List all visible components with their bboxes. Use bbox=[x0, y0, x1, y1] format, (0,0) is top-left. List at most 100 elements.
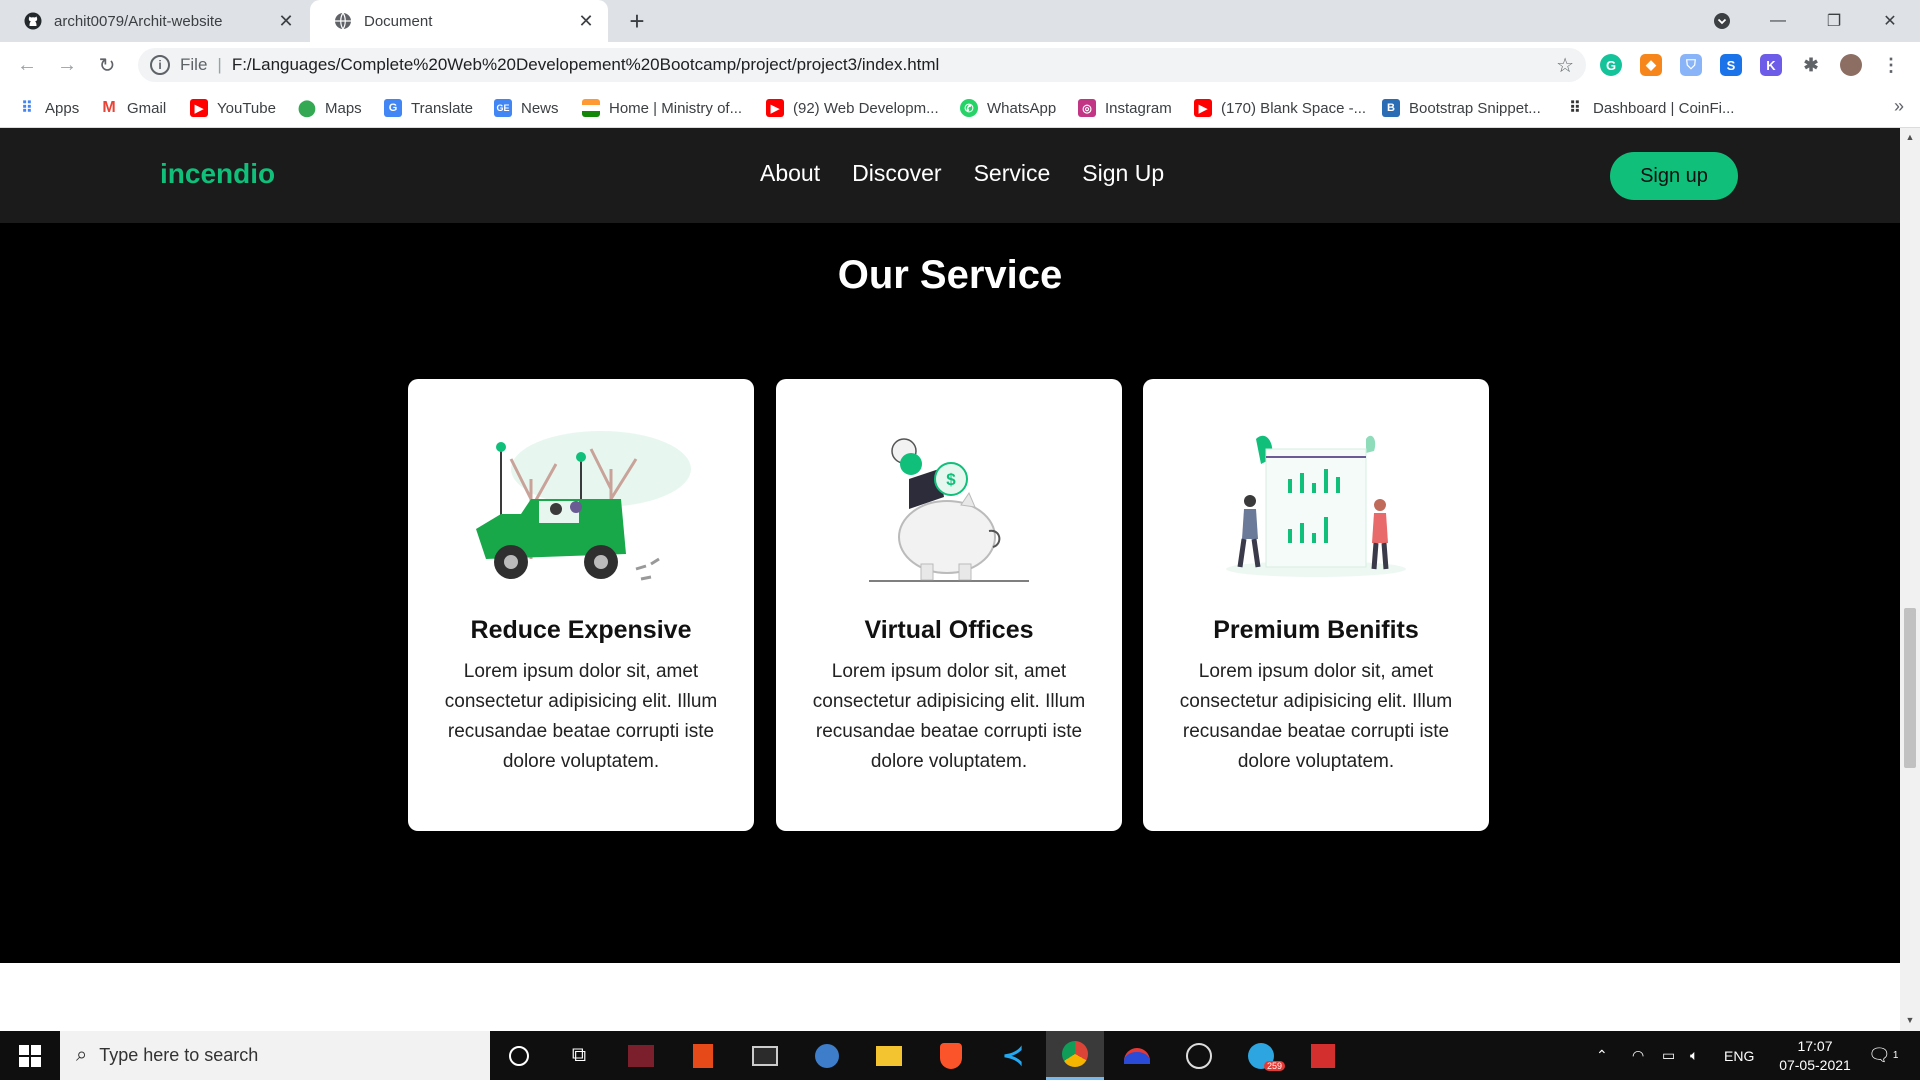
bookmark-news[interactable]: GE News bbox=[494, 96, 559, 120]
github-icon bbox=[24, 12, 42, 30]
bookmark-gmail[interactable]: M Gmail bbox=[100, 96, 166, 120]
bookmark-star-icon[interactable]: ☆ bbox=[1556, 53, 1574, 78]
card-title: Premium Benifits bbox=[1213, 616, 1419, 644]
gmail-icon: M bbox=[102, 99, 116, 116]
language-indicator[interactable]: ENG bbox=[1724, 1031, 1754, 1080]
windows-taskbar: ⌕ Type here to search ⧉ ≺ 259 ⌃ ◠ ▭ 🔈︎ E… bbox=[0, 1031, 1920, 1080]
bookmark-youtube[interactable]: ▶ YouTube bbox=[190, 96, 276, 120]
svg-text:$: $ bbox=[946, 470, 956, 489]
card-title: Virtual Offices bbox=[864, 616, 1034, 644]
nav-discover[interactable]: Discover bbox=[852, 160, 941, 187]
bookmark-maps[interactable]: ⬤ Maps bbox=[298, 96, 362, 120]
tab-document[interactable]: Document ✕ bbox=[310, 0, 608, 42]
back-arrow-icon[interactable]: ← bbox=[12, 50, 42, 80]
scrollbar-thumb[interactable] bbox=[1904, 608, 1916, 768]
close-tab-icon[interactable]: ✕ bbox=[274, 9, 298, 33]
nav-service[interactable]: Service bbox=[974, 160, 1051, 187]
predator-app-icon[interactable] bbox=[612, 1031, 670, 1080]
clock-date: 07-05-2021 bbox=[1779, 1057, 1851, 1073]
bookmarks-bar: ⠿ Apps M Gmail ▶ YouTube ⬤ Maps G Translate G… bbox=[0, 88, 1920, 128]
signup-button[interactable]: Sign up bbox=[1610, 152, 1738, 200]
office-icon[interactable] bbox=[674, 1031, 732, 1080]
metamask-extension-icon[interactable]: ◆ bbox=[1640, 54, 1662, 76]
s-extension-icon[interactable]: S bbox=[1720, 54, 1742, 76]
extensions-puzzle-icon[interactable]: ✱ bbox=[1800, 54, 1822, 76]
task-view-icon[interactable]: ⧉ bbox=[550, 1031, 608, 1080]
services-heading: Our Service bbox=[837, 253, 1063, 297]
restore-button[interactable]: ❐ bbox=[1806, 0, 1862, 42]
k-extension-icon[interactable]: K bbox=[1760, 54, 1782, 76]
globe-icon bbox=[334, 12, 352, 30]
tab-title: archit0079/Archit-website bbox=[54, 12, 223, 30]
service-card-premium-benefits: Premium Benifits Lorem ipsum dolor sit, … bbox=[1143, 379, 1489, 831]
service-card-reduce-expensive: Reduce Expensive Lorem ipsum dolor sit, … bbox=[408, 379, 754, 831]
address-bar[interactable]: i File | F:/Languages/Complete%20Web%20D… bbox=[138, 48, 1586, 82]
minimize-button[interactable]: — bbox=[1750, 0, 1806, 42]
browser-menu-icon[interactable]: ⋮ bbox=[1880, 54, 1902, 76]
anydesk-icon[interactable] bbox=[1108, 1031, 1166, 1080]
tray-chevron-icon[interactable]: ⌃ bbox=[1596, 1031, 1608, 1080]
youtube-icon: ▶ bbox=[1194, 99, 1212, 117]
telegram-badge: 259 bbox=[1264, 1061, 1286, 1071]
forward-arrow-icon[interactable]: → bbox=[52, 50, 82, 80]
taskbar-search-box[interactable]: ⌕ Type here to search bbox=[60, 1031, 490, 1080]
news-icon: GE bbox=[494, 99, 512, 117]
file-explorer-icon[interactable] bbox=[860, 1031, 918, 1080]
tab-title: Document bbox=[364, 12, 433, 30]
url-separator: | bbox=[217, 55, 222, 74]
tab-search-icon[interactable] bbox=[1694, 0, 1750, 42]
acrobat-icon[interactable] bbox=[1294, 1031, 1352, 1080]
bookmark-coinfi[interactable]: ⠿ Dashboard | CoinFi... bbox=[1566, 96, 1734, 120]
services-section: Our Service Reduce Expensive Lorem ipsum… bbox=[0, 223, 1900, 963]
youtube-icon: ▶ bbox=[766, 99, 784, 117]
battery-icon[interactable]: ▭ bbox=[1662, 1031, 1675, 1080]
close-tab-icon[interactable]: ✕ bbox=[574, 9, 598, 33]
brave-browser-icon[interactable] bbox=[922, 1031, 980, 1080]
clock-time: 17:07 bbox=[1797, 1038, 1833, 1054]
bookmark-bootstrap[interactable]: B Bootstrap Snippet... bbox=[1382, 96, 1541, 120]
vscode-icon[interactable]: ≺ bbox=[984, 1031, 1042, 1080]
terminal-icon[interactable] bbox=[736, 1031, 794, 1080]
bookmark-blank-space[interactable]: ▶ (170) Blank Space -... bbox=[1194, 96, 1366, 120]
apps-grid-icon: ⠿ bbox=[21, 100, 33, 117]
search-icon: ⌕ bbox=[76, 1044, 88, 1066]
new-tab-button[interactable]: + bbox=[622, 6, 652, 36]
obs-icon[interactable] bbox=[1170, 1031, 1228, 1080]
shield-extension-icon[interactable]: ⛉ bbox=[1680, 54, 1702, 76]
globe-browser-icon[interactable] bbox=[798, 1031, 856, 1080]
search-placeholder: Type here to search bbox=[99, 1045, 259, 1065]
tab-strip: archit0079/Archit-website ✕ Document ✕ +… bbox=[0, 0, 1920, 42]
url-scheme: File bbox=[180, 55, 208, 74]
reload-icon[interactable]: ↻ bbox=[92, 50, 122, 80]
tab-github[interactable]: archit0079/Archit-website ✕ bbox=[0, 0, 308, 42]
page-scrollbar[interactable]: ▲ ▼ bbox=[1900, 128, 1920, 1031]
url-text[interactable]: F:/Languages/Complete%20Web%20Developeme… bbox=[232, 55, 939, 75]
grammarly-extension-icon[interactable]: G bbox=[1600, 54, 1622, 76]
bookmark-ministry[interactable]: Home | Ministry of... bbox=[582, 96, 742, 120]
notifications-icon[interactable]: 🗨︎ 1 bbox=[1868, 1031, 1898, 1080]
taskbar-clock[interactable]: 17:07 07-05-2021 bbox=[1770, 1037, 1860, 1075]
whatsapp-icon: ✆ bbox=[960, 99, 978, 117]
telegram-icon[interactable]: 259 bbox=[1232, 1031, 1290, 1080]
bookmark-instagram[interactable]: ◎ Instagram bbox=[1078, 96, 1172, 120]
windows-start-icon[interactable] bbox=[0, 1031, 60, 1080]
bookmark-web-development[interactable]: ▶ (92) Web Developm... bbox=[766, 96, 939, 120]
card-title: Reduce Expensive bbox=[470, 616, 692, 644]
wifi-icon[interactable]: ◠ bbox=[1632, 1031, 1644, 1080]
nav-about[interactable]: About bbox=[760, 160, 820, 187]
scroll-down-arrow-icon[interactable]: ▼ bbox=[1904, 1015, 1916, 1027]
scroll-up-arrow-icon[interactable]: ▲ bbox=[1904, 132, 1916, 144]
volume-icon[interactable]: 🔈︎ bbox=[1690, 1031, 1698, 1080]
bootstrap-icon: B bbox=[1382, 99, 1400, 117]
profile-avatar[interactable] bbox=[1840, 54, 1862, 76]
more-bookmarks-icon[interactable]: » bbox=[1894, 96, 1904, 117]
cortana-icon[interactable] bbox=[490, 1031, 548, 1080]
bookmark-apps[interactable]: ⠿ Apps bbox=[18, 96, 79, 120]
bookmark-translate[interactable]: G Translate bbox=[384, 96, 473, 120]
info-icon[interactable]: i bbox=[150, 55, 170, 75]
brand-logo[interactable]: incendio bbox=[160, 158, 275, 190]
bookmark-whatsapp[interactable]: ✆ WhatsApp bbox=[960, 96, 1056, 120]
chrome-icon[interactable] bbox=[1046, 1031, 1104, 1080]
close-window-button[interactable]: ✕ bbox=[1862, 0, 1918, 42]
nav-sign-up[interactable]: Sign Up bbox=[1082, 160, 1164, 187]
